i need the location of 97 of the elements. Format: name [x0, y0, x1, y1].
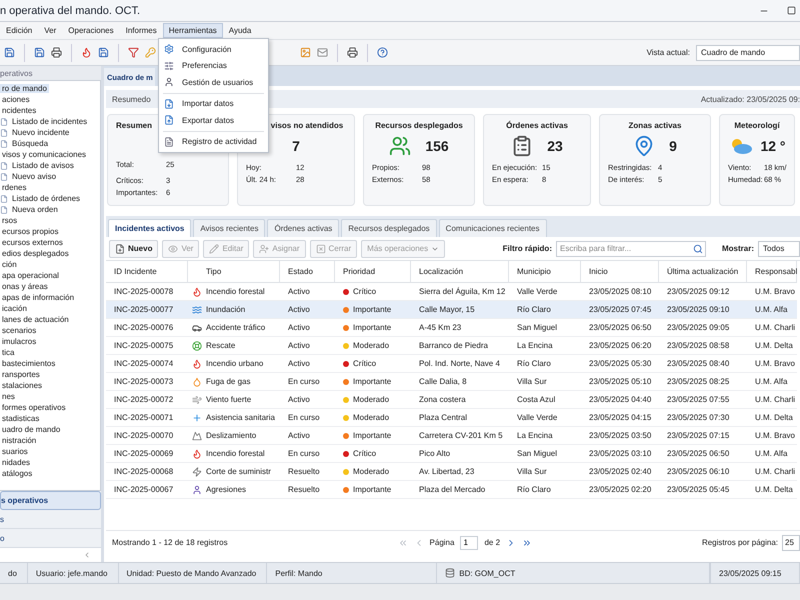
status-profile: Perfil: Mando	[267, 563, 438, 583]
filter-field[interactable]: Escriba para filtrar...	[556, 240, 706, 256]
tree-item[interactable]: stalaciones	[0, 381, 44, 390]
per-page-dropdown[interactable]: 25	[782, 534, 800, 550]
status-unit: Unidad: Puesto de Mando Avanzado	[118, 563, 268, 583]
tree-item[interactable]: tica	[0, 348, 16, 357]
summary-title: Resumedo	[112, 94, 151, 104]
tree-item[interactable]: rsos	[0, 216, 20, 225]
view-label: Vista actual:	[646, 48, 690, 57]
card-title: Meteorologí	[734, 121, 780, 130]
tree-item[interactable]: ecursos externos	[0, 238, 65, 247]
menu-item[interactable]: Ayuda	[222, 23, 258, 38]
tree-item[interactable]: ransportes	[0, 370, 42, 379]
tree-item[interactable]: scenarios	[0, 326, 38, 335]
updated-time: Actualizado: 23/05/2025 09:	[700, 94, 800, 104]
card-title: visos no atendidos	[270, 121, 344, 130]
card-value: 156	[425, 138, 449, 154]
menu-item[interactable]: Herramientas	[162, 23, 223, 38]
card-title: Recursos desplegados	[375, 121, 463, 130]
tree-item[interactable]: nidades	[0, 458, 32, 467]
tree-item[interactable]: bastecimientos	[0, 359, 58, 368]
tree-item[interactable]: aciones	[0, 95, 32, 104]
tree-item[interactable]: stadisticas	[0, 414, 42, 423]
view-dropdown[interactable]: Cuadro de mando	[696, 44, 800, 60]
table-cell: U.M. Alfa	[747, 301, 797, 319]
tree-item[interactable]: edios desplegados	[0, 249, 71, 258]
card-value: 7	[292, 138, 300, 154]
window-title: n operativa del mando. OCT.	[0, 4, 140, 16]
dropdown-item[interactable]: Configuración	[159, 41, 268, 58]
action-button[interactable]: Nuevo	[109, 240, 158, 258]
type-cell: Inundación	[188, 301, 280, 319]
menu-item[interactable]: Operaciones	[62, 23, 120, 38]
dropdown-item[interactable]: Exportar datos	[159, 112, 268, 128]
tree-item[interactable]: atálogos	[0, 469, 34, 478]
table-cell: Calle Mayor, 15	[411, 301, 509, 319]
tree-item[interactable]: suarios	[0, 447, 30, 456]
menu-item[interactable]: Informes	[120, 23, 163, 38]
menu-item[interactable]: Edición	[0, 23, 38, 38]
menu-item[interactable]: Ver	[38, 23, 62, 38]
tree-item[interactable]: nistración	[0, 436, 38, 445]
sidebar-title: perativos	[0, 66, 101, 80]
tree-item[interactable]: Listado de avisos	[10, 161, 76, 170]
table-cell: 23/05/2025 09:10	[659, 301, 747, 319]
tree-item[interactable]: ncidentes	[0, 106, 38, 115]
card-title: Zonas activas	[628, 121, 682, 130]
dropdown-item[interactable]: Importar datos	[159, 96, 268, 112]
tree-item[interactable]: rdenes	[0, 183, 28, 192]
tree-item[interactable]: Listado de incidentes	[10, 117, 90, 126]
card-value: 9	[669, 138, 677, 154]
tree-item[interactable]: Nuevo aviso	[10, 172, 58, 181]
tree-item[interactable]: ción	[0, 260, 19, 269]
tab[interactable]: Incidentes activos	[108, 219, 192, 237]
card-title: Resumen	[116, 121, 152, 130]
status-database: BD: GOM_OCT	[459, 568, 516, 578]
card-title: Órdenes activas	[506, 121, 568, 130]
table-cell: Activo	[280, 301, 335, 319]
tree-item[interactable]: Búsqueda	[10, 139, 50, 148]
tab[interactable]: Recursos desplegados	[341, 219, 437, 237]
page-label: Página	[430, 538, 454, 547]
sidebar-section[interactable]: s operativos	[0, 491, 101, 510]
tree-item[interactable]: visos y comunicaciones	[0, 150, 88, 159]
tree-item[interactable]: icación	[0, 304, 29, 313]
tree-item[interactable]: Nueva orden	[10, 205, 60, 214]
tree-item[interactable]: Listado de órdenes	[10, 194, 82, 203]
card-value: 23	[547, 138, 563, 154]
filter-label: Filtro rápido:	[502, 244, 552, 253]
tree-item[interactable]: nes	[0, 392, 17, 401]
tree-item[interactable]: Nuevo incidente	[10, 128, 72, 137]
show-dropdown[interactable]: Todos	[758, 240, 800, 256]
status-user: Usuario: jefe.mando	[28, 563, 118, 583]
table-cell: Río Claro	[509, 301, 581, 319]
tree-item[interactable]: ecursos propios	[0, 227, 60, 236]
tab[interactable]: Comunicaciones recientes	[438, 219, 546, 237]
tree-item[interactable]: lanes de actuación	[0, 315, 71, 324]
table-cell: INC-2025-00077	[106, 301, 188, 319]
page-field[interactable]: 1	[460, 536, 478, 550]
tab[interactable]: Órdenes activas	[267, 219, 340, 237]
per-page-label: Registros por página:	[702, 538, 778, 547]
tree-item[interactable]: ro de mando	[0, 84, 49, 93]
dropdown-item[interactable]: Gestión de usuarios	[159, 74, 268, 90]
page-total: de 2	[484, 538, 500, 547]
tree-item[interactable]: uadro de mando	[0, 425, 62, 434]
tab[interactable]: Avisos recientes	[193, 219, 266, 237]
table-cell: 23/05/2025 07:45	[581, 301, 659, 319]
dropdown-item[interactable]: Preferencias	[159, 58, 268, 74]
tree-item[interactable]: formes operativos	[0, 403, 68, 412]
status-time: 23/05/2025 09:15	[710, 563, 800, 583]
status-text: do	[0, 563, 28, 583]
tree-item[interactable]: apa operacional	[0, 271, 61, 280]
tree-item[interactable]: onas y áreas	[0, 282, 50, 291]
show-label: Mostrar:	[722, 244, 754, 253]
dropdown-item[interactable]: Registro de actividad	[159, 134, 268, 150]
tree-item[interactable]: imulacros	[0, 337, 38, 346]
priority-cell: Importante	[335, 301, 411, 319]
tree-item[interactable]: apas de información	[0, 293, 76, 302]
records-info: Mostrando 1 - 12 de 18 registros	[112, 538, 228, 547]
card-value: 12 °	[760, 138, 786, 154]
